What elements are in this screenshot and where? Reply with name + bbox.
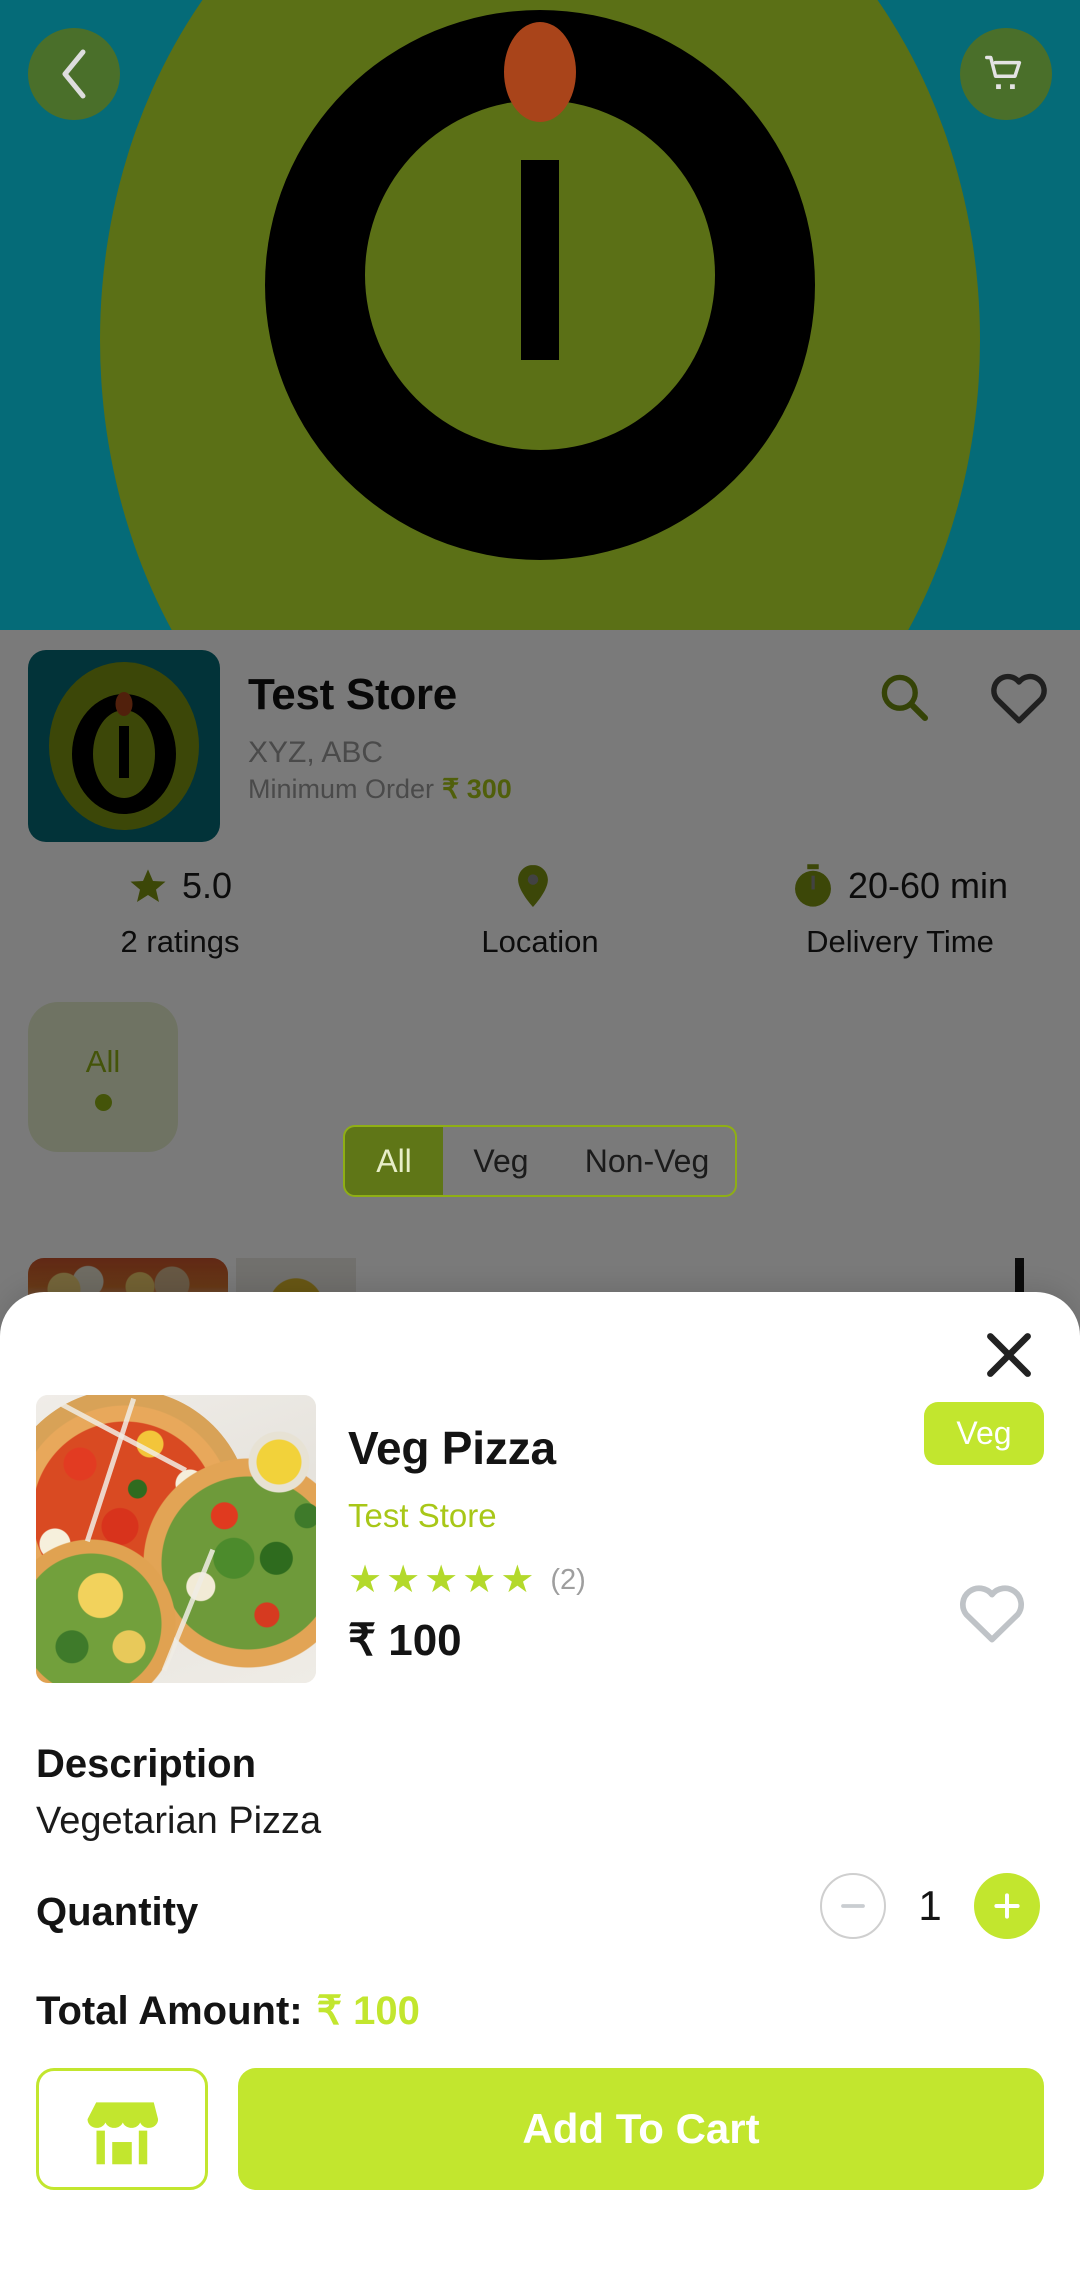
description-text: Vegetarian Pizza [36, 1800, 322, 1842]
minus-icon [841, 1904, 865, 1908]
product-favorite-button[interactable] [956, 1579, 1028, 1650]
product-image [36, 1395, 316, 1683]
veg-filter-all[interactable]: All [345, 1127, 443, 1195]
veg-filter-veg[interactable]: Veg [443, 1127, 559, 1195]
heart-outline-icon [960, 1585, 1024, 1643]
total-amount-value: ₹ 100 [316, 1989, 420, 2033]
star-icon: ★ [348, 1559, 383, 1601]
star-icon: ★ [386, 1559, 421, 1601]
description-title: Description [36, 1742, 257, 1786]
close-sheet-button[interactable] [972, 1318, 1046, 1392]
quantity-label: Quantity [36, 1890, 199, 1934]
total-amount-label: Total Amount: [36, 1989, 303, 2033]
product-rating: ★ ★ ★ ★ ★ (2) [348, 1561, 1044, 1599]
quantity-stepper: 1 [820, 1873, 1040, 1939]
close-icon [987, 1333, 1031, 1377]
sheet-action-bar: Add To Cart [0, 2068, 1080, 2190]
hero-logo-bar [521, 160, 559, 360]
veg-filter-group[interactable]: All Veg Non-Veg [343, 1125, 737, 1197]
total-amount-row: Total Amount: ₹ 100 [36, 1988, 420, 2034]
product-summary-row: Veg Pizza Test Store ★ ★ ★ ★ ★ (2) ₹ 100 [36, 1395, 1044, 1683]
product-rating-count: (2) [550, 1563, 586, 1596]
product-veg-badge: Veg [924, 1402, 1044, 1465]
quantity-decrement-button[interactable] [820, 1873, 886, 1939]
quantity-value: 1 [918, 1882, 942, 1929]
cart-button[interactable] [960, 28, 1052, 120]
hero-logo-dot [504, 22, 576, 122]
product-price: ₹ 100 [348, 1616, 462, 1665]
add-to-cart-button[interactable]: Add To Cart [238, 2068, 1044, 2190]
shopping-cart-icon [985, 55, 1022, 90]
veg-filter-nonveg[interactable]: Non-Veg [559, 1127, 735, 1195]
visit-store-button[interactable] [36, 2068, 208, 2190]
storefront-icon [87, 2102, 158, 2165]
product-store-name[interactable]: Test Store [348, 1497, 1044, 1535]
plus-icon [994, 1893, 1020, 1919]
star-icon: ★ [500, 1559, 535, 1601]
back-button[interactable] [28, 28, 120, 120]
star-icon: ★ [424, 1559, 459, 1601]
app-screen: Test Store XYZ, ABC Minimum Order₹ 300 [0, 0, 1080, 2269]
chevron-left-icon [62, 49, 86, 99]
store-hero-banner [0, 0, 1080, 630]
quantity-increment-button[interactable] [974, 1873, 1040, 1939]
star-icon: ★ [462, 1559, 497, 1601]
